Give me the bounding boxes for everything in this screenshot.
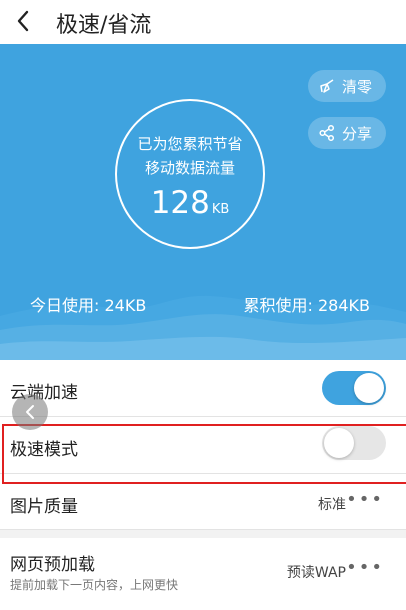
page-title: 极速/省流 [56,13,152,38]
more-dots-icon[interactable]: ••• [346,489,384,510]
image-quality-label: 图片质量 [10,497,78,517]
page-preload-row[interactable]: 网页预加载 提前加载下一页内容，上网更快 预读WAP ••• [0,538,406,610]
page-preload-sublabel: 提前加载下一页内容，上网更快 [10,578,179,592]
share-button[interactable]: 分享 [307,117,386,149]
share-button-label: 分享 [341,124,372,143]
data-saving-panel: 清零 分享 已为您累积节省 移动数据流量 128 KB 今日使用: 24KB 累积… [0,44,406,360]
total-usage: 累积使用: 284KB [243,296,371,315]
clear-button[interactable]: 清零 [307,70,386,102]
saved-amount: 128 KB [117,185,263,221]
saved-data-circle: 已为您累积节省 移动数据流量 128 KB [115,99,265,249]
top-bar: 极速/省流 [0,0,406,44]
page-preload-value: 预读WAP [286,565,346,581]
share-icon [318,124,336,142]
today-usage: 今日使用: 24KB [30,296,147,315]
chevron-left-icon [26,405,34,419]
saved-value: 128 [150,185,210,221]
page-preload-label: 网页预加载 [10,555,95,575]
chevron-left-icon [17,10,29,32]
row-divider [0,529,406,530]
more-dots-icon[interactable]: ••• [346,557,384,578]
highlight-box [2,424,406,484]
cloud-accel-toggle[interactable] [322,371,386,405]
saved-unit: KB [211,202,230,217]
broom-icon [318,77,336,95]
image-quality-value: 标准 [318,497,346,513]
floating-back-button[interactable] [12,394,48,430]
clear-button-label: 清零 [341,77,372,96]
saved-caption-line1: 已为您累积节省 [137,135,243,153]
cloud-accel-row: 云端加速 [0,360,406,416]
toggle-knob [354,373,384,403]
saved-caption-line2: 移动数据流量 [144,159,235,177]
back-button[interactable] [6,4,40,38]
